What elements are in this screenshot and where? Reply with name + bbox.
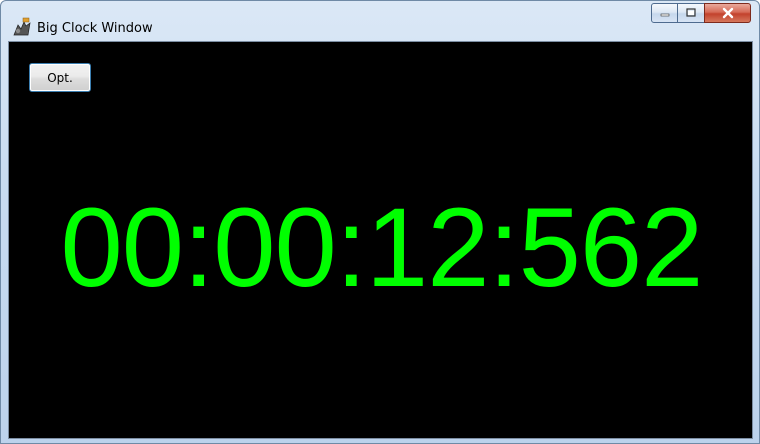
big-clock-app-icon [13, 17, 31, 36]
clock-time-readout: 00:00:12:562 [60, 185, 704, 310]
options-button[interactable]: Opt. [29, 63, 91, 92]
minimize-button[interactable] [651, 3, 678, 23]
clock-display-area: Opt. 00:00:12:562 [8, 41, 753, 439]
maximize-button[interactable] [678, 3, 704, 23]
big-clock-window: Big Clock Window Opt. 00:00:12:562 [0, 0, 760, 444]
close-icon [722, 7, 733, 19]
maximize-icon [686, 8, 696, 17]
minimize-icon [660, 13, 669, 17]
close-button[interactable] [704, 3, 751, 23]
title-bar[interactable]: Big Clock Window [1, 1, 759, 41]
caption-buttons [651, 3, 751, 25]
window-title: Big Clock Window [37, 21, 153, 36]
